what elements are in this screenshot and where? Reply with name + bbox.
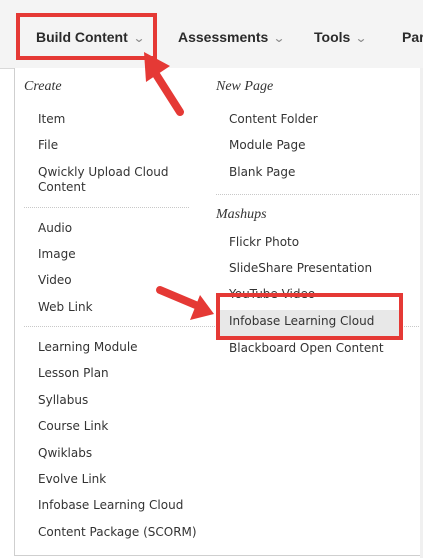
separator bbox=[216, 194, 419, 195]
assessments-menu[interactable]: Assessments ⌄ bbox=[178, 26, 286, 48]
menu-item-slideshare[interactable]: SlideShare Presentation bbox=[229, 261, 372, 276]
menu-item-content-folder[interactable]: Content Folder bbox=[229, 112, 318, 127]
chevron-down-icon: ⌄ bbox=[355, 31, 368, 45]
mashups-heading: Mashups bbox=[216, 207, 267, 222]
separator bbox=[24, 207, 189, 208]
assessments-label: Assessments bbox=[178, 29, 269, 45]
menu-item-blackboard-open-content[interactable]: Blackboard Open Content bbox=[229, 341, 384, 356]
build-content-label: Build Content bbox=[36, 29, 128, 45]
chevron-down-icon: ⌄ bbox=[273, 31, 286, 45]
qwickly-upload-label-line2: Content bbox=[38, 180, 86, 194]
menu-item-qwiklabs[interactable]: Qwiklabs bbox=[38, 446, 92, 461]
qwickly-upload-label-line1: Qwickly Upload Cloud bbox=[38, 165, 169, 179]
partner-label: Par bbox=[402, 29, 423, 45]
menu-item-infobase-learning-cloud[interactable]: Infobase Learning Cloud bbox=[38, 498, 183, 513]
menu-item-evolve-link[interactable]: Evolve Link bbox=[38, 472, 106, 487]
chevron-down-icon: ⌄ bbox=[132, 31, 146, 45]
menu-item-content-package-scorm[interactable]: Content Package (SCORM) bbox=[38, 525, 197, 540]
menu-item-video[interactable]: Video bbox=[38, 273, 72, 288]
menu-item-course-link[interactable]: Course Link bbox=[38, 419, 108, 434]
menu-item-web-link[interactable]: Web Link bbox=[38, 300, 93, 315]
menu-item-mashup-infobase-learning-cloud[interactable]: Infobase Learning Cloud bbox=[229, 314, 374, 329]
menu-item-blank-page[interactable]: Blank Page bbox=[229, 165, 295, 180]
tools-label: Tools bbox=[314, 29, 351, 45]
menu-item-qwickly-upload[interactable]: Qwickly Upload Cloud Content bbox=[38, 165, 169, 195]
menu-item-module-page[interactable]: Module Page bbox=[229, 138, 306, 153]
tools-menu[interactable]: Tools ⌄ bbox=[314, 26, 368, 48]
create-heading: Create bbox=[24, 79, 62, 94]
menu-item-file[interactable]: File bbox=[38, 138, 58, 153]
build-content-menu[interactable]: Build Content ⌄ bbox=[36, 26, 146, 48]
menu-item-syllabus[interactable]: Syllabus bbox=[38, 393, 88, 408]
menu-item-learning-module[interactable]: Learning Module bbox=[38, 340, 138, 355]
menu-item-item[interactable]: Item bbox=[38, 112, 65, 127]
menu-item-flickr-photo[interactable]: Flickr Photo bbox=[229, 235, 299, 250]
menu-item-image[interactable]: Image bbox=[38, 247, 76, 262]
new-page-heading: New Page bbox=[216, 79, 274, 94]
menu-item-youtube-video[interactable]: YouTube Video bbox=[229, 287, 315, 302]
menu-item-lesson-plan[interactable]: Lesson Plan bbox=[38, 366, 109, 381]
course-menubar: Build Content ⌄ Assessments ⌄ Tools ⌄ Par bbox=[0, 0, 423, 69]
partner-menu[interactable]: Par bbox=[402, 26, 423, 48]
menu-item-audio[interactable]: Audio bbox=[38, 221, 72, 236]
